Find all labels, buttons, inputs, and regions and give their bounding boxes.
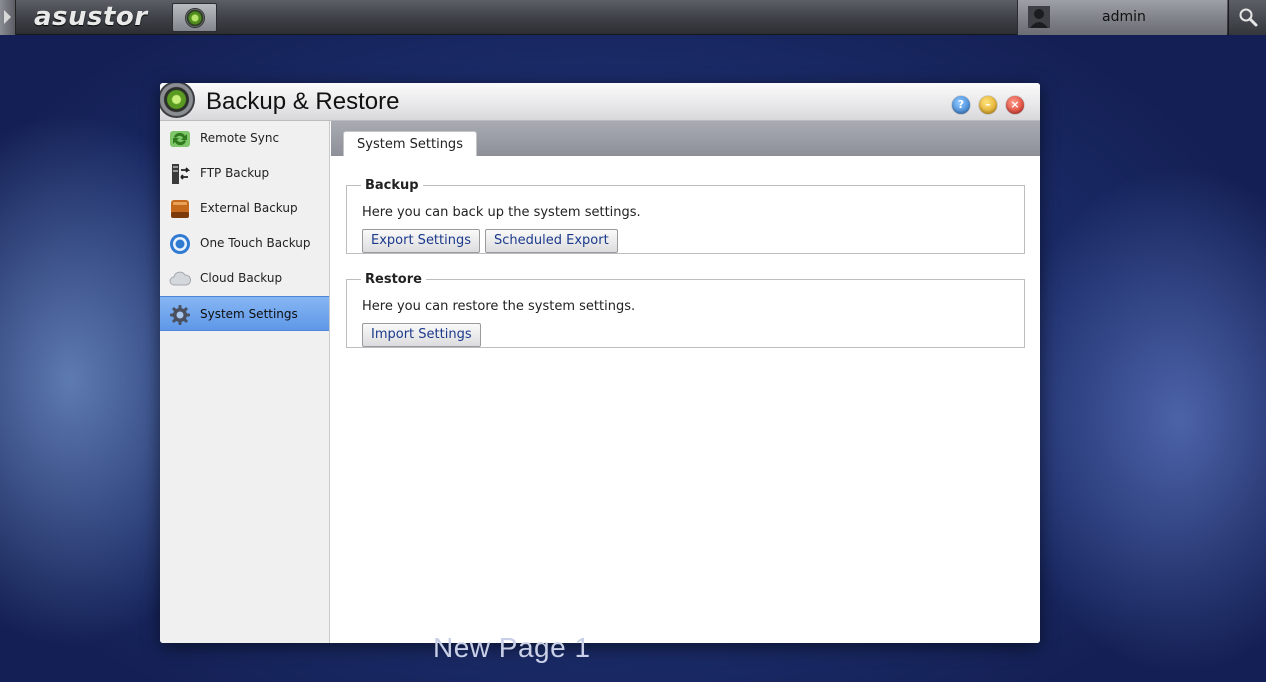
sync-arrows-icon	[170, 131, 190, 147]
cloud-icon	[169, 271, 191, 286]
user-avatar-icon	[1028, 6, 1050, 28]
sidebar-item-system-settings[interactable]: System Settings	[160, 296, 329, 331]
sidebar-item-label: External Backup	[200, 201, 298, 215]
sidebar-item-label: Remote Sync	[200, 131, 280, 145]
sidebar-item-label: System Settings	[200, 307, 298, 321]
sidebar: Remote Sync FTP Backup External Backup O…	[160, 121, 330, 643]
top-bar: asustor admin	[0, 0, 1266, 35]
search-button[interactable]	[1228, 0, 1266, 35]
backup-restore-app-icon	[160, 83, 195, 118]
search-icon	[1239, 8, 1258, 27]
ftp-transfer-icon	[172, 164, 191, 184]
user-name-label: admin	[1102, 9, 1146, 25]
external-drive-icon	[171, 200, 189, 218]
user-menu[interactable]: admin	[1017, 0, 1227, 35]
gear-icon	[170, 305, 190, 325]
minimize-button[interactable]: –	[979, 96, 997, 114]
one-touch-button-icon	[170, 234, 190, 254]
window-title: Backup & Restore	[206, 88, 400, 115]
sidebar-item-label: FTP Backup	[200, 166, 270, 180]
help-button[interactable]: ?	[952, 96, 970, 114]
asustor-logo: asustor	[34, 2, 148, 32]
content-overlay	[331, 121, 1040, 643]
desktop-page-label: New Page 1	[433, 632, 591, 663]
backup-app-icon	[185, 8, 205, 28]
window-titlebar[interactable]: Backup & Restore ? – ×	[160, 83, 1040, 121]
sidebar-item-ftp-backup[interactable]: FTP Backup	[160, 156, 329, 191]
menu-toggle-handle[interactable]	[0, 0, 16, 35]
taskbar-app-backup-restore[interactable]	[172, 3, 217, 32]
sidebar-item-one-touch-backup[interactable]: One Touch Backup	[160, 226, 329, 261]
close-button[interactable]: ×	[1006, 96, 1024, 114]
sidebar-item-label: One Touch Backup	[200, 236, 311, 250]
sidebar-item-remote-sync[interactable]: Remote Sync	[160, 121, 329, 156]
sidebar-item-external-backup[interactable]: External Backup	[160, 191, 329, 226]
sidebar-item-cloud-backup[interactable]: Cloud Backup	[160, 261, 329, 296]
sidebar-item-label: Cloud Backup	[200, 271, 283, 285]
